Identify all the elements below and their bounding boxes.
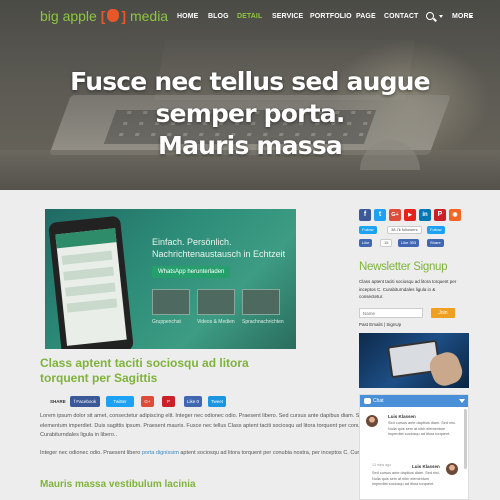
twitter-follow-button-2[interactable]: Follow [427,226,445,234]
past-emails-link[interactable]: Past Emails | SignUp [359,322,401,327]
site-logo[interactable]: big apple [] media [40,8,168,24]
chat-message-name: Luis Klassen [412,464,440,469]
logo-bracket-close: ] [121,8,127,24]
logo-text-part1: big apple [40,8,97,24]
phone-graphic [48,215,134,349]
page-title: Fusce nec tellus sed augue semper porta.… [20,66,480,162]
image-thumbnail [152,289,190,315]
tweet-button[interactable]: Tweet [208,396,226,407]
chat-header[interactable]: Chat [360,395,468,407]
chat-message-text: Sed cursus ante dapibus diam. Sed nisi. … [372,471,440,486]
avatar [446,463,458,475]
chat-message-name: Luis Klassen [388,414,416,419]
chat-scrollbar[interactable] [464,409,467,469]
nav-item-contact[interactable]: CONTACT [384,13,418,20]
logo-text-part2: media [129,8,169,24]
facebook-icon[interactable]: f [359,209,371,221]
chat-label: Chat [373,398,384,404]
newsletter-title: Newsletter Signup [359,261,448,273]
search-caret-icon[interactable] [439,15,443,18]
newsletter-name-input[interactable] [359,308,423,318]
newsletter-join-button[interactable]: Join [431,308,455,318]
image-headline-1: Einfach. Persönlich. [152,237,232,247]
post-subheading: Mauris massa vestibulum lacinia [40,479,196,490]
youtube-icon[interactable]: ▶ [404,209,416,221]
twitter-follow-button[interactable]: Follow [359,226,377,234]
chat-message-time: 13 mins ago [372,463,392,467]
chat-message-text: Sed cursus ante dapibus diam. Sed nisi. … [388,421,456,436]
page-title-line1: Fusce nec tellus sed augue semper porta. [70,67,430,128]
rss-icon[interactable]: ◉ [449,209,461,221]
para2-text-before: Integer nec odionec odio. Praesent liber… [40,450,142,456]
chat-bubble-icon [364,398,371,404]
post-featured-image[interactable]: Einfach. Persönlich. Nachrichtenaustausc… [45,209,296,349]
share-google-plus-button[interactable]: G+ [141,396,154,407]
linkedin-icon[interactable]: in [419,209,431,221]
avatar [366,415,378,427]
google-plus-icon[interactable]: G+ [389,209,401,221]
search-icon[interactable] [426,12,434,20]
more-caret-icon[interactable] [469,15,473,18]
nav-item-service[interactable]: SERVICE [272,13,303,20]
page-title-line2: Mauris massa [158,131,343,160]
image-caption: Gruppenchat [152,319,181,325]
facebook-share-button[interactable]: Share [427,239,444,247]
nav-item-home[interactable]: HOME [177,13,198,20]
image-headline-2: Nachrichtenaustausch in Echtzeit [152,249,286,259]
chat-widget: Chat Luis Klassen Sed cursus ante dapibu… [359,394,469,500]
like-count: 15 [380,239,393,247]
share-pinterest-button[interactable]: P [162,396,175,407]
follower-count: 38.7k followers [387,226,422,234]
image-thumbnail [242,289,280,315]
share-label: SHARE [50,399,66,404]
apple-logo-icon [107,9,120,22]
facebook-like-button[interactable]: Like 0 [184,396,202,407]
image-caption: Videos & Medien [197,319,235,325]
image-download-button: WhatsApp herunterladen [152,266,231,278]
share-twitter-button[interactable]: Twitter [106,396,134,407]
newsletter-description: Class aptent taciti sociosqu ad litora t… [359,279,457,299]
share-facebook-button[interactable]: f Facebook [70,396,100,407]
top-navbar: big apple [] media HOME BLOG DETAIL SERV… [0,0,500,35]
nav-item-blog[interactable]: BLOG [208,13,229,20]
nav-item-portfolio[interactable]: PORTFOLIO [310,13,352,20]
nav-item-detail[interactable]: DETAIL [237,13,262,20]
image-caption: Sprachnachrichten [242,319,284,325]
image-thumbnail [197,289,235,315]
twitter-icon[interactable]: t [374,209,386,221]
porta-dignissim-link[interactable]: porta dignissim [142,450,179,456]
post-title[interactable]: Class aptent taciti sociosqu ad litora t… [40,356,290,386]
facebook-like-small-button[interactable]: Like [359,239,373,247]
sidebar-tablet-image[interactable] [359,333,469,388]
logo-bracket-open: [ [100,8,106,24]
nav-item-page[interactable]: PAGE [356,13,376,20]
chevron-down-icon[interactable] [459,399,465,403]
facebook-like-count-button[interactable]: Like 353 [398,239,420,247]
pinterest-icon[interactable]: P [434,209,446,221]
